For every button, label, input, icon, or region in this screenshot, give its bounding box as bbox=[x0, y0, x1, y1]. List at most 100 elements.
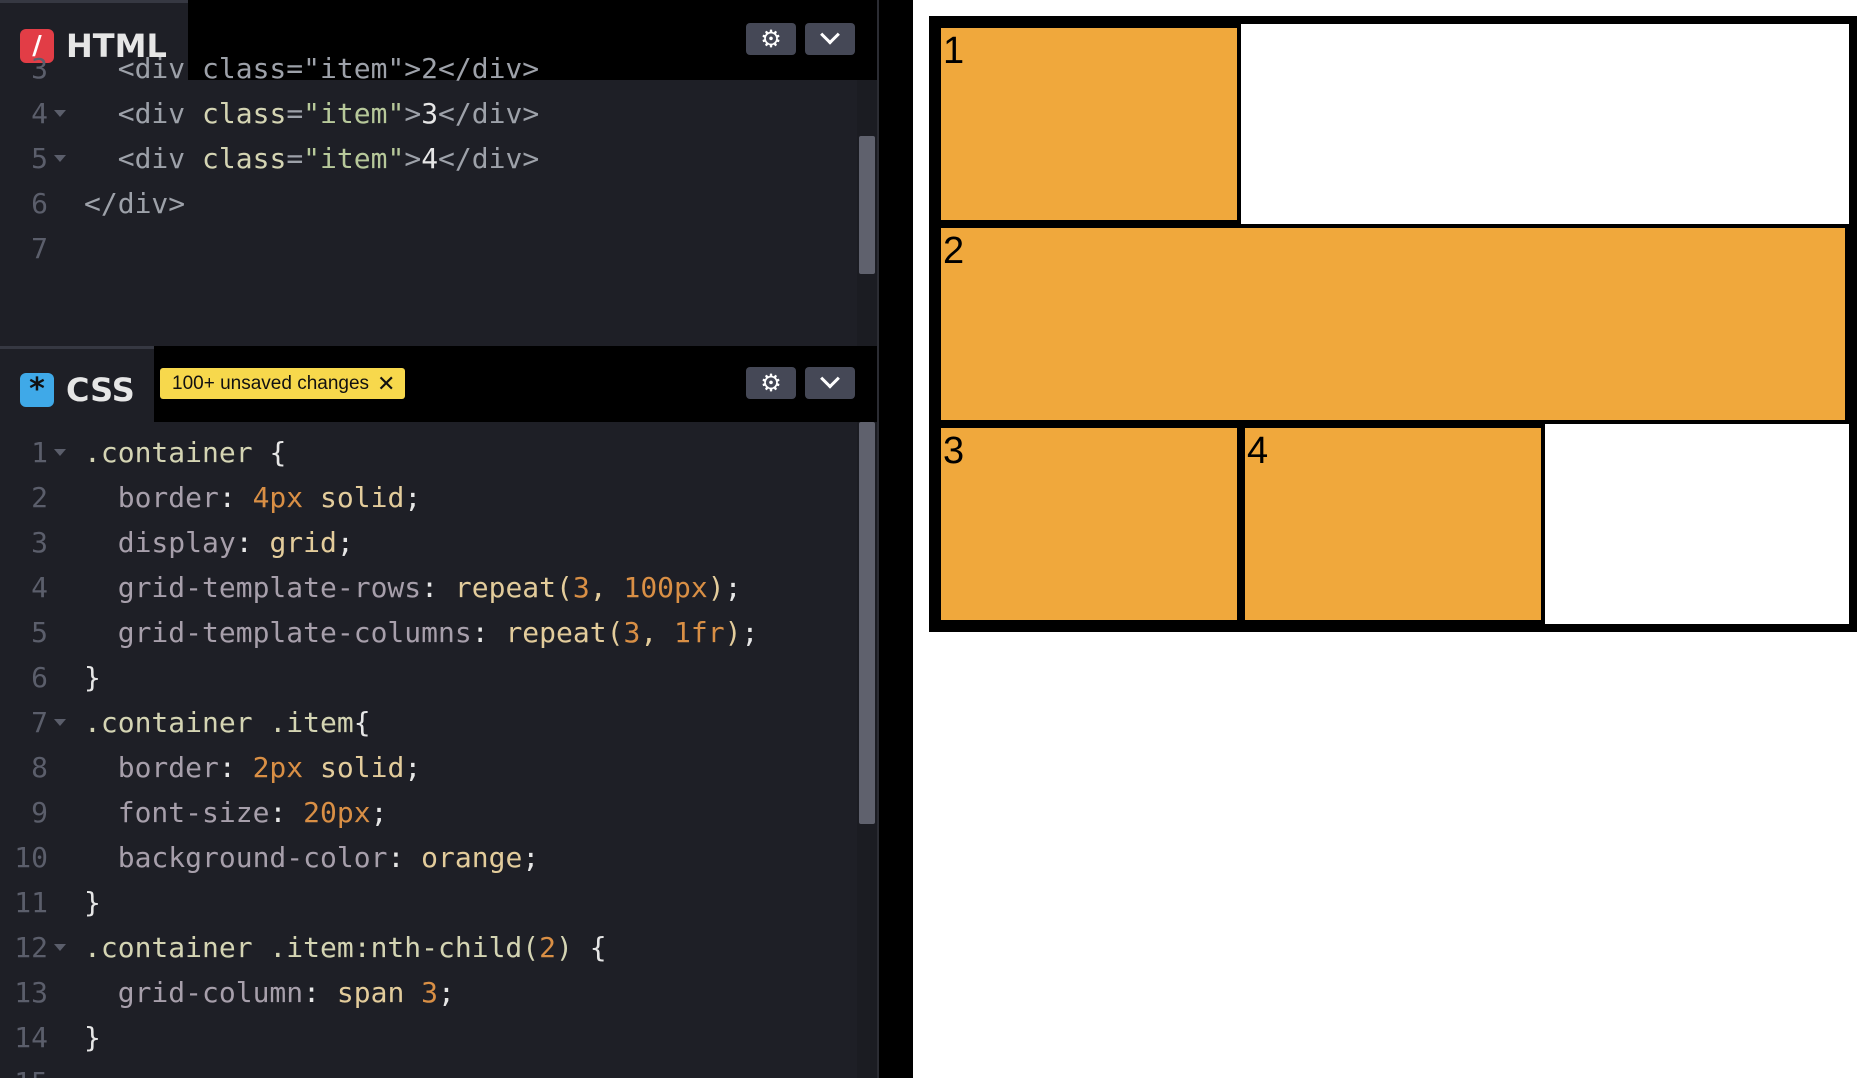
css-code-line[interactable]: 11} bbox=[0, 880, 877, 925]
code-token: .container bbox=[84, 436, 270, 469]
html-code-line[interactable]: 7 bbox=[0, 226, 877, 271]
line-number: 7 bbox=[31, 232, 48, 265]
grid-item-2: 2 bbox=[937, 224, 1849, 424]
css-code-line[interactable]: 3 display: grid; bbox=[0, 520, 877, 565]
css-tab[interactable]: * CSS bbox=[0, 346, 154, 422]
line-number: 3 bbox=[31, 52, 48, 85]
css-code-line[interactable]: 1 .container { bbox=[0, 430, 877, 475]
code-text: .container .item{ bbox=[84, 700, 371, 745]
code-token: , bbox=[589, 571, 624, 604]
code-token: 3 bbox=[421, 976, 439, 1009]
fold-arrow-icon[interactable] bbox=[54, 155, 66, 162]
css-settings-button[interactable]: ⚙ bbox=[746, 367, 796, 399]
line-number: 8 bbox=[31, 751, 48, 784]
fold-arrow-icon[interactable] bbox=[54, 110, 66, 117]
html-code-line[interactable]: 3 <div class="item">2</div> bbox=[0, 46, 877, 91]
css-code-line[interactable]: 13 grid-column: span 3; bbox=[0, 970, 877, 1015]
code-token: ) bbox=[724, 616, 742, 649]
fold-arrow-icon[interactable] bbox=[54, 449, 66, 456]
css-code-line[interactable]: 8 border: 2px solid; bbox=[0, 745, 877, 790]
code-token: ; bbox=[404, 481, 422, 514]
code-token: grid-template-rows bbox=[84, 571, 422, 604]
code-token: span bbox=[336, 976, 422, 1009]
code-token: ; bbox=[438, 976, 455, 1009]
css-panel-header: * CSS 100+ unsaved changes ✕ ⚙ bbox=[0, 346, 877, 422]
code-token: ; bbox=[522, 841, 540, 874]
code-text: } bbox=[84, 880, 101, 925]
chevron-down-icon bbox=[820, 368, 840, 389]
grid-item-1: 1 bbox=[937, 24, 1241, 224]
close-icon[interactable]: ✕ bbox=[377, 368, 395, 399]
line-number: 12 bbox=[14, 931, 48, 964]
code-editor: / HTML ⚙ 3 <div class="item">2</div> 4 <d… bbox=[0, 0, 877, 1078]
line-number: 11 bbox=[14, 886, 48, 919]
code-token: ; bbox=[724, 571, 742, 604]
code-token: > bbox=[404, 142, 422, 175]
code-token: <div bbox=[84, 97, 203, 130]
code-token: class bbox=[202, 97, 287, 130]
code-token: </div> bbox=[438, 97, 540, 130]
code-text: border: 4px solid; bbox=[84, 475, 421, 520]
code-token: 3 bbox=[572, 571, 590, 604]
code-text: <div class="item">4</div> bbox=[84, 136, 540, 181]
code-text: grid-column: span 3; bbox=[84, 970, 455, 1015]
line-number: 4 bbox=[31, 571, 48, 604]
code-token: : bbox=[218, 481, 253, 514]
css-code-line[interactable]: 12 .container .item:nth-child(2) { bbox=[0, 925, 877, 970]
css-code-line[interactable]: 5 grid-template-columns: repeat(3, 1fr); bbox=[0, 610, 877, 655]
fold-arrow-icon[interactable] bbox=[54, 944, 66, 951]
css-icon: * bbox=[20, 373, 54, 407]
css-code-line[interactable]: 15 bbox=[0, 1060, 877, 1078]
html-code-line[interactable]: 5 <div class="item">4</div> bbox=[0, 136, 877, 181]
line-number: 1 bbox=[31, 436, 48, 469]
css-code-line[interactable]: 9 font-size: 20px; bbox=[0, 790, 877, 835]
html-scrollbar-thumb[interactable] bbox=[859, 136, 875, 274]
css-code-line[interactable]: 4 grid-template-rows: repeat(3, 100px); bbox=[0, 565, 877, 610]
css-code-line[interactable]: 6} bbox=[0, 655, 877, 700]
css-collapse-button[interactable] bbox=[805, 367, 855, 399]
line-number: 6 bbox=[31, 187, 48, 220]
code-token: grid-template-columns bbox=[84, 616, 472, 649]
code-token: } bbox=[84, 886, 101, 919]
code-token: <div class="item">2</div> bbox=[84, 52, 540, 85]
line-number: 4 bbox=[31, 97, 48, 130]
html-code-area[interactable]: 3 <div class="item">2</div> 4 <div class=… bbox=[0, 46, 877, 278]
line-number: 14 bbox=[14, 1021, 48, 1054]
code-token: 4 bbox=[421, 142, 439, 175]
line-number: 10 bbox=[14, 841, 48, 874]
line-number: 2 bbox=[31, 481, 48, 514]
css-scrollbar-thumb[interactable] bbox=[859, 422, 875, 824]
code-token: font-size bbox=[84, 796, 270, 829]
code-token: 100px bbox=[623, 571, 708, 604]
css-scrollbar[interactable] bbox=[857, 422, 877, 1078]
grid-item-4: 4 bbox=[1241, 424, 1545, 624]
pane-divider[interactable] bbox=[877, 0, 913, 1078]
code-token: 4px bbox=[252, 481, 304, 514]
css-code-line[interactable]: 14} bbox=[0, 1015, 877, 1060]
code-token: "item" bbox=[303, 142, 405, 175]
code-token: : bbox=[387, 841, 422, 874]
line-number: 5 bbox=[31, 142, 48, 175]
code-token: border bbox=[84, 751, 219, 784]
css-code-line[interactable]: 10 background-color: orange; bbox=[0, 835, 877, 880]
code-text: } bbox=[84, 1015, 101, 1060]
code-text: grid-template-columns: repeat(3, 1fr); bbox=[84, 610, 759, 655]
html-code-line[interactable]: 6 </div> bbox=[0, 181, 877, 226]
code-token: solid bbox=[303, 751, 405, 784]
css-code-line[interactable]: 7 .container .item{ bbox=[0, 700, 877, 745]
code-token: orange bbox=[421, 841, 523, 874]
css-code-line[interactable]: 2 border: 4px solid; bbox=[0, 475, 877, 520]
code-token: </div> bbox=[438, 142, 540, 175]
css-panel-title: CSS bbox=[66, 371, 135, 409]
code-token: repeat( bbox=[505, 616, 624, 649]
code-token: { bbox=[589, 931, 607, 964]
css-code-area[interactable]: 1 .container {2 border: 4px solid; 3 displ… bbox=[0, 430, 877, 1078]
code-token: grid-column bbox=[84, 976, 304, 1009]
line-number: 13 bbox=[14, 976, 48, 1009]
code-token: "item" bbox=[303, 97, 405, 130]
fold-arrow-icon[interactable] bbox=[54, 719, 66, 726]
html-code-line[interactable]: 4 <div class="item">3</div> bbox=[0, 91, 877, 136]
html-scrollbar[interactable] bbox=[857, 80, 877, 346]
code-token: .container .item bbox=[84, 706, 354, 739]
code-text: </div> bbox=[84, 181, 185, 226]
